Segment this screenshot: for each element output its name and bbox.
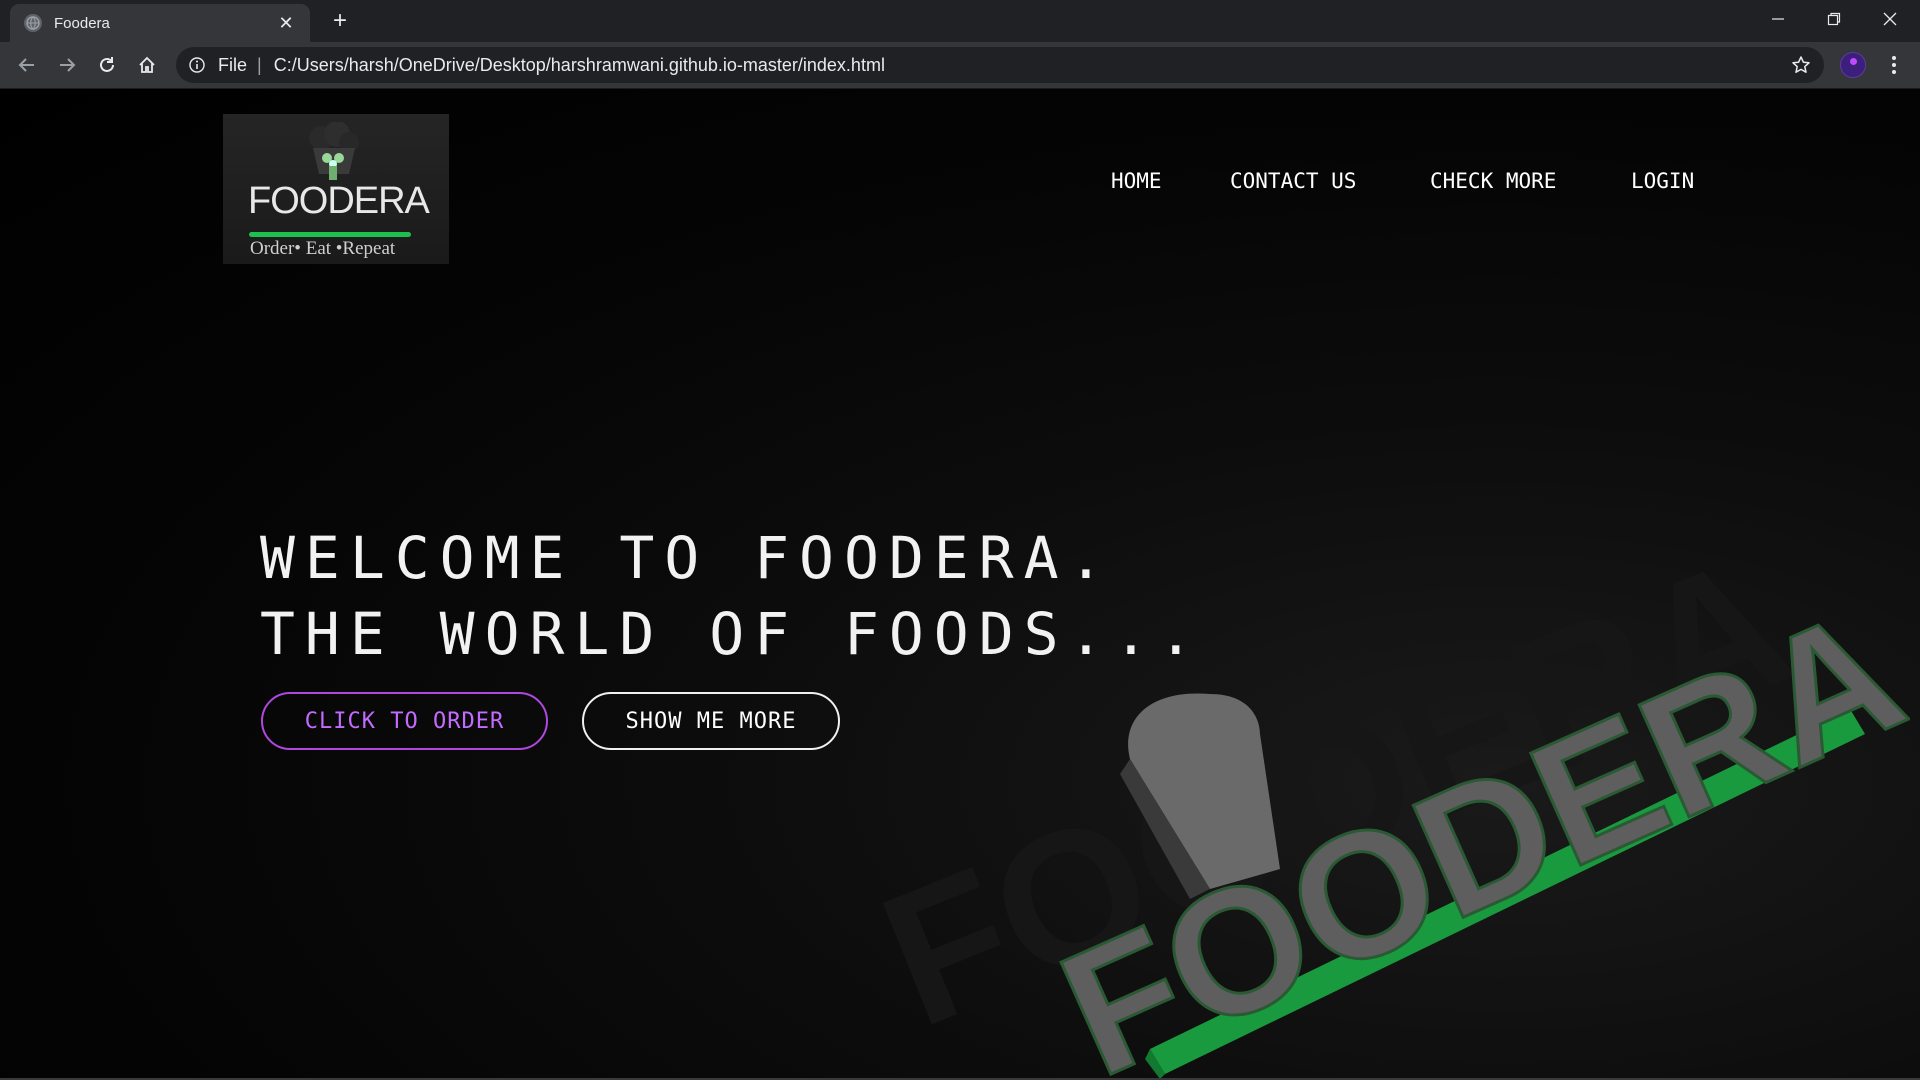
browser-tab[interactable]: Foodera ✕ xyxy=(10,4,310,42)
page-content: FOODERA Order• Eat •Repeat HOME CONTACT … xyxy=(0,89,1920,1080)
hero-heading-line1: WELCOME TO FOODERA. xyxy=(260,524,1114,592)
click-to-order-button[interactable]: CLICK TO ORDER xyxy=(261,692,548,750)
close-icon[interactable]: ✕ xyxy=(276,13,296,34)
home-icon[interactable] xyxy=(133,51,161,79)
show-me-more-button[interactable]: SHOW ME MORE xyxy=(582,692,840,750)
url-text[interactable]: C:/Users/harsh/OneDrive/Desktop/harshram… xyxy=(274,55,1790,76)
nav-check-more-link[interactable]: CHECK MORE xyxy=(1430,169,1556,193)
reload-icon[interactable] xyxy=(93,51,121,79)
avatar[interactable] xyxy=(1840,52,1866,78)
back-arrow-icon[interactable] xyxy=(13,51,41,79)
url-separator: | xyxy=(257,54,262,75)
logo-wordmark: FOODERA xyxy=(248,180,430,222)
plus-icon[interactable]: + xyxy=(325,6,355,36)
site-logo[interactable]: FOODERA Order• Eat •Repeat xyxy=(223,114,449,264)
hero-heading-line2: THE WORLD OF FOODS... xyxy=(260,600,1204,668)
nav-home-link[interactable]: HOME xyxy=(1111,169,1162,193)
window-close-icon[interactable] xyxy=(1862,0,1918,38)
address-bar[interactable]: File | C:/Users/harsh/OneDrive/Desktop/h… xyxy=(176,47,1824,83)
tab-title: Foodera xyxy=(54,14,110,32)
browser-toolbar: File | C:/Users/harsh/OneDrive/Desktop/h… xyxy=(0,42,1920,89)
globe-icon xyxy=(24,14,42,32)
nav-contact-link[interactable]: CONTACT US xyxy=(1230,169,1356,193)
tab-strip: Foodera ✕ + xyxy=(0,0,1920,42)
nav-login-link[interactable]: LOGIN xyxy=(1631,169,1694,193)
maximize-icon[interactable] xyxy=(1806,0,1862,38)
minimize-icon[interactable] xyxy=(1750,0,1806,38)
logo-underline xyxy=(249,232,411,237)
forward-arrow-icon[interactable] xyxy=(53,51,81,79)
info-icon[interactable] xyxy=(188,56,206,74)
logo-tagline: Order• Eat •Repeat xyxy=(250,238,396,259)
url-scheme: File xyxy=(218,54,248,75)
kebab-menu-icon[interactable] xyxy=(1884,51,1904,79)
star-icon[interactable] xyxy=(1790,54,1812,76)
